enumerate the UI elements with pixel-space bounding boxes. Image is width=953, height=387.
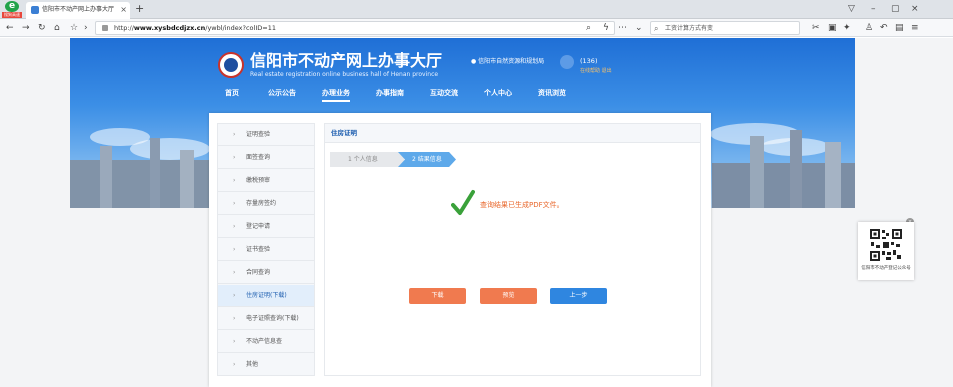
chevron-right-icon: ›	[233, 269, 236, 276]
check-icon	[451, 190, 475, 215]
sidebar-item[interactable]: › 证明查验	[218, 124, 314, 146]
search-box[interactable]: ⌕ 工资计算方式有变	[650, 21, 800, 35]
sidebar-item[interactable]: › 证书查验	[218, 239, 314, 261]
browser-logo-letter: e	[5, 1, 19, 12]
qr-card: 信阳市不动产登记公众号	[858, 222, 914, 280]
address-url: http://www.xysbdcdjzx.cn/ywbl/index?colI…	[114, 24, 276, 32]
chevron-down-icon[interactable]: ⌄	[635, 22, 643, 34]
download-button[interactable]: 下载	[409, 288, 466, 304]
sidebar-item[interactable]: › 存量房签约	[218, 193, 314, 215]
content-header: 住房证明	[325, 124, 700, 143]
previous-step-button[interactable]: 上一步	[550, 288, 607, 304]
result-message: 查询结果已生成PDF文件。	[480, 201, 564, 209]
content-title: 住房证明	[331, 129, 357, 137]
expand-icon[interactable]: ›	[84, 22, 88, 34]
sidebar-item[interactable]: › 登记申请	[218, 216, 314, 238]
user-avatar-icon	[560, 55, 574, 69]
nav-home[interactable]: 首页	[225, 86, 239, 100]
pin-icon[interactable]: ▽	[848, 3, 855, 15]
chevron-right-icon: ›	[233, 154, 236, 161]
site-favicon-icon	[31, 6, 39, 14]
nav-guide[interactable]: 办事指南	[376, 86, 404, 100]
menu-icon[interactable]: ≡	[911, 22, 919, 34]
chevron-right-icon: ›	[233, 223, 236, 230]
sidebar-item[interactable]: › 缴税预审	[218, 170, 314, 192]
lock-icon	[102, 25, 108, 31]
chevron-right-icon: ›	[233, 246, 236, 253]
browser-toolbar: ← → ↻ ⌂ ☆ › http://www.xysbdcdjzx.cn/ywb…	[0, 19, 953, 37]
location-label: ● 信阳市自然资源和规划局	[471, 58, 545, 65]
search-icon[interactable]: ⌕	[586, 22, 591, 34]
more-dots-icon[interactable]: ⋯	[618, 22, 627, 34]
tab-title: 信阳市不动产网上办事大厅	[42, 6, 115, 13]
nav-announcements[interactable]: 公示公告	[268, 86, 296, 100]
chevron-right-icon: ›	[233, 292, 236, 299]
back-arrow-icon[interactable]: ←	[6, 22, 14, 34]
chevron-right-icon: ›	[233, 338, 236, 345]
reload-icon[interactable]: ↻	[38, 22, 46, 34]
sidebar-item[interactable]: › 面签查询	[218, 147, 314, 169]
nav-personal-center[interactable]: 个人中心	[484, 86, 512, 100]
site-subtitle: Real estate registration online business…	[250, 71, 439, 78]
qr-caption: 信阳市不动产登记公众号	[861, 266, 911, 271]
browser-tab-bar: e 搜狗高速 信阳市不动产网上办事大厅 × + ▽ – ▢ ×	[0, 0, 953, 19]
user-links[interactable]: 在线帮助 退出	[580, 68, 612, 75]
chevron-right-icon: ›	[233, 200, 236, 207]
site-logo-icon[interactable]	[218, 52, 244, 78]
home-icon[interactable]: ⌂	[54, 22, 60, 34]
minimize-button[interactable]: –	[871, 3, 876, 15]
browser-tab[interactable]: 信阳市不动产网上办事大厅 ×	[26, 2, 130, 19]
browser-logo-badge: 搜狗高速	[2, 12, 22, 18]
maximize-button[interactable]: ▢	[891, 3, 900, 15]
chevron-right-icon: ›	[233, 315, 236, 322]
bag-icon[interactable]: ▤	[895, 22, 904, 34]
chevron-right-icon: ›	[233, 361, 236, 368]
lightning-icon[interactable]: ϟ	[603, 22, 609, 34]
sidebar-item[interactable]: › 不动产信息查	[218, 331, 314, 353]
chevron-right-icon: ›	[233, 131, 236, 138]
cut-icon[interactable]: ✂	[812, 22, 820, 34]
sidebar-item-housing-certificate[interactable]: › 住房证明(下载)	[218, 285, 314, 307]
site-title: 信阳市不动产网上办事大厅	[250, 51, 443, 70]
tab-close-icon[interactable]: ×	[120, 5, 127, 15]
qr-code-icon	[869, 228, 903, 262]
sidebar: › 证明查验 › 面签查询 › 缴税预审 › 存量房签约 › 登记申请 › 证书查验 › 合同…	[217, 123, 315, 376]
forward-arrow-icon[interactable]: →	[22, 22, 30, 34]
extension-icon[interactable]: ✦	[843, 22, 851, 34]
nav-interaction[interactable]: 互动交流	[430, 86, 458, 100]
chevron-right-icon: ›	[233, 177, 236, 184]
page-viewport: 信阳市不动产网上办事大厅 Real estate registration on…	[0, 38, 953, 387]
star-icon[interactable]: ☆	[70, 22, 78, 34]
sidebar-item[interactable]: › 合同查询	[218, 262, 314, 284]
window-icon[interactable]: ▣	[828, 22, 837, 34]
user-name: (136)	[580, 57, 598, 65]
nav-business[interactable]: 办理业务	[322, 86, 350, 102]
undo-icon[interactable]: ↶	[880, 22, 888, 34]
nav-news[interactable]: 资讯浏览	[538, 86, 566, 100]
user-icon[interactable]: ♙	[865, 22, 873, 34]
content-area: 住房证明 1 个人信息 2 结果信息 查询结果已生成PDF文件。 下载 预览 上…	[324, 123, 701, 376]
sidebar-item[interactable]: › 其他	[218, 354, 314, 376]
preview-button[interactable]: 预览	[480, 288, 537, 304]
search-box-icon: ⌕	[654, 24, 659, 33]
step-result-info: 2 结果信息	[398, 152, 456, 167]
browser-logo[interactable]: e 搜狗高速	[2, 1, 22, 18]
main-panel: › 证明查验 › 面签查询 › 缴税预审 › 存量房签约 › 登记申请 › 证书查验 › 合同…	[209, 113, 711, 387]
step-personal-info: 1 个人信息	[330, 152, 404, 167]
search-input[interactable]: 工资计算方式有变	[665, 23, 713, 34]
sidebar-item[interactable]: › 电子证照查询(下载)	[218, 308, 314, 330]
close-window-button[interactable]: ×	[911, 3, 919, 15]
address-bar[interactable]: http://www.xysbdcdjzx.cn/ywbl/index?colI…	[95, 21, 615, 35]
new-tab-button[interactable]: +	[135, 2, 144, 16]
